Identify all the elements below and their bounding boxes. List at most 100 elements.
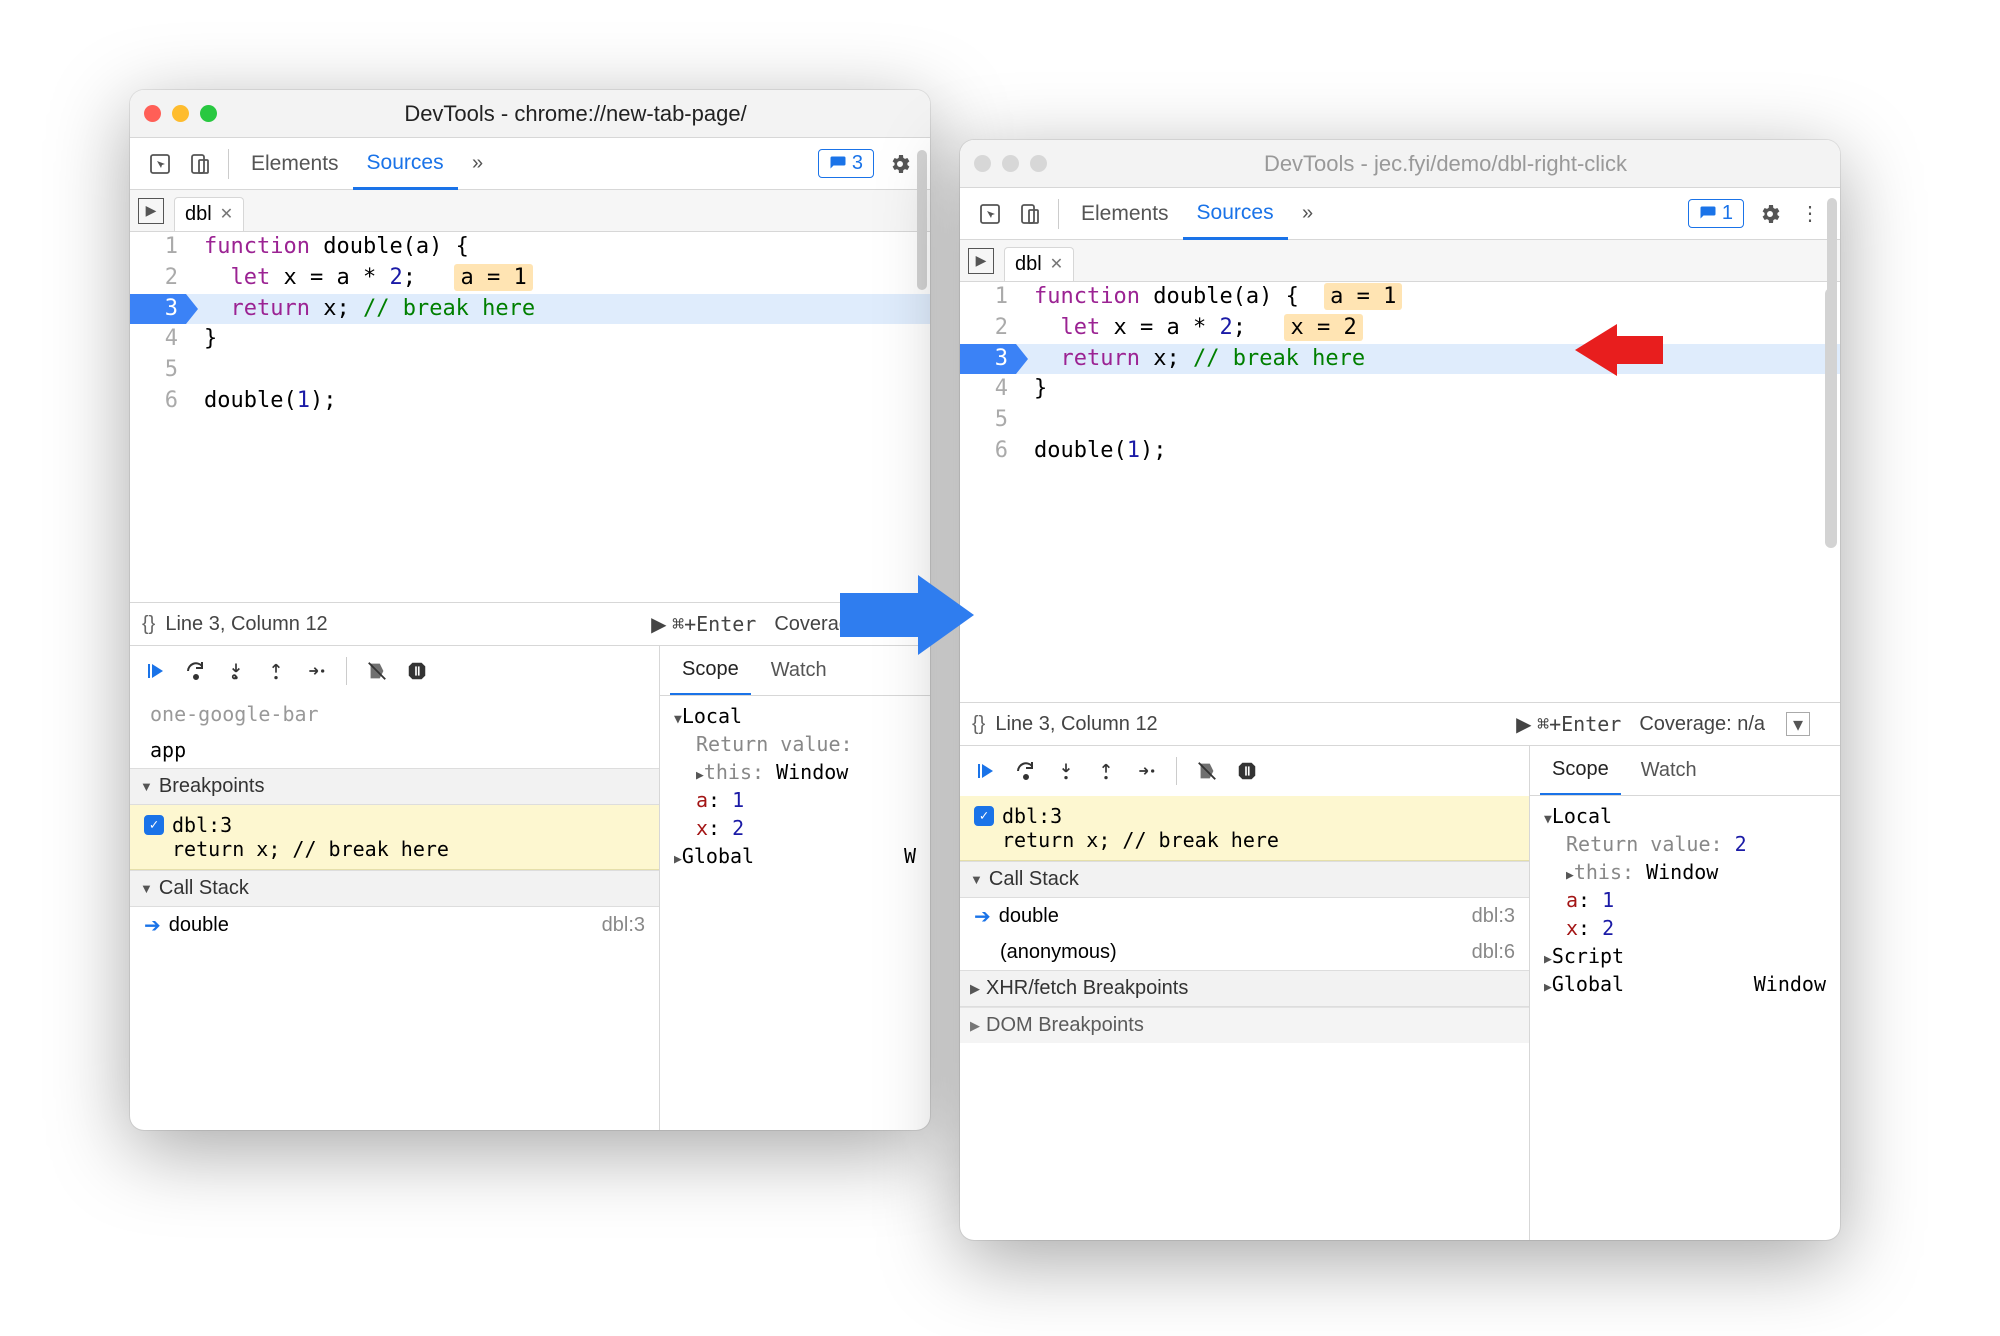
zoom-icon[interactable]: [200, 105, 217, 122]
callstack-frame[interactable]: ➔ double dbl:3: [130, 907, 659, 944]
gear-icon[interactable]: [1753, 197, 1787, 231]
devtools-window-left: DevTools - chrome://new-tab-page/ Elemen…: [130, 90, 930, 1130]
step-button[interactable]: [1130, 755, 1162, 787]
sidebar-item-app[interactable]: app: [130, 732, 659, 768]
scope-this[interactable]: ▶this: Window: [1566, 858, 1826, 886]
window-title: DevTools - jec.fyi/demo/dbl-right-click: [1065, 151, 1826, 177]
issues-chip[interactable]: 1: [1688, 199, 1744, 228]
file-tab-dbl[interactable]: dbl ✕: [174, 197, 244, 231]
more-tabs-icon[interactable]: »: [461, 147, 495, 181]
file-tab-dbl[interactable]: dbl ✕: [1004, 247, 1074, 281]
inspect-icon[interactable]: [973, 197, 1007, 231]
zoom-icon[interactable]: [1030, 155, 1047, 172]
tab-sources[interactable]: Sources: [353, 139, 458, 190]
line-number-breakpoint[interactable]: 3: [130, 294, 186, 325]
section-callstack[interactable]: ▼Call Stack: [130, 870, 659, 907]
line-number-breakpoint[interactable]: 3: [960, 344, 1016, 375]
sidebar-item[interactable]: one-google-bar: [130, 696, 659, 732]
panel-tab-strip: Elements Sources » 1 ⋮: [960, 188, 1840, 240]
step-into-button[interactable]: [1050, 755, 1082, 787]
pretty-print-icon[interactable]: {}: [972, 713, 985, 736]
inspect-icon[interactable]: [143, 147, 177, 181]
file-tab-label: dbl: [185, 203, 212, 226]
snippets-icon[interactable]: ▶: [138, 198, 164, 224]
resume-button[interactable]: [970, 755, 1002, 787]
section-callstack[interactable]: ▼Call Stack: [960, 861, 1529, 898]
line-number[interactable]: 5: [960, 405, 1016, 436]
resume-button[interactable]: [140, 655, 172, 687]
minimize-icon[interactable]: [1002, 155, 1019, 172]
debugger-panel: ✓ dbl:3 return x; // break here ▼Call St…: [960, 746, 1840, 1240]
line-number[interactable]: 4: [960, 374, 1016, 405]
callstack-frame[interactable]: ➔ double dbl:3: [960, 898, 1529, 935]
step-into-button[interactable]: [220, 655, 252, 687]
breakpoint-checkbox[interactable]: ✓: [974, 806, 994, 826]
scope-script-header[interactable]: ▶Script: [1544, 942, 1826, 970]
line-number[interactable]: 6: [130, 386, 186, 417]
file-tab-label: dbl: [1015, 253, 1042, 276]
breakpoint-row[interactable]: ✓ dbl:3 return x; // break here: [130, 805, 659, 870]
code-editor[interactable]: 1function double(a) { 2 let x = a * 2; a…: [130, 232, 930, 602]
step-out-button[interactable]: [1090, 755, 1122, 787]
tab-watch[interactable]: Watch: [1629, 746, 1709, 795]
issues-chip[interactable]: 3: [818, 149, 874, 178]
gear-icon[interactable]: [883, 147, 917, 181]
deactivate-breakpoints-button[interactable]: [1191, 755, 1223, 787]
tab-sources[interactable]: Sources: [1183, 189, 1288, 240]
tab-elements[interactable]: Elements: [1067, 188, 1183, 239]
step-out-button[interactable]: [260, 655, 292, 687]
breakpoint-row[interactable]: ✓ dbl:3 return x; // break here: [960, 796, 1529, 861]
scope-return-value: Return value:: [696, 730, 916, 758]
device-toggle-icon[interactable]: [1013, 197, 1047, 231]
section-xhr-breakpoints[interactable]: ▶XHR/fetch Breakpoints: [960, 970, 1529, 1007]
inline-value: a = 1: [1324, 283, 1402, 310]
line-number[interactable]: 2: [130, 263, 186, 294]
expand-icon[interactable]: ▾: [1786, 712, 1810, 736]
scope-tab-strip: Scope Watch: [660, 646, 930, 696]
scope-global-header[interactable]: ▶GlobalWindow: [1544, 970, 1826, 998]
pause-on-exceptions-button[interactable]: [1231, 755, 1263, 787]
pretty-print-icon[interactable]: {}: [142, 613, 155, 636]
tab-elements[interactable]: Elements: [237, 138, 353, 189]
line-number[interactable]: 5: [130, 355, 186, 386]
divider: [1058, 199, 1059, 229]
tab-scope[interactable]: Scope: [1540, 746, 1621, 795]
close-tab-icon[interactable]: ✕: [220, 204, 233, 224]
scope-local-header[interactable]: ▼Local: [1544, 802, 1826, 830]
line-number[interactable]: 6: [960, 436, 1016, 467]
close-tab-icon[interactable]: ✕: [1050, 254, 1063, 274]
pause-on-exceptions-button[interactable]: [401, 655, 433, 687]
snippets-icon[interactable]: ▶: [968, 248, 994, 274]
line-number[interactable]: 4: [130, 324, 186, 355]
line-number[interactable]: 1: [960, 282, 1016, 313]
breakpoint-code: return x; // break here: [172, 837, 449, 861]
deactivate-breakpoints-button[interactable]: [361, 655, 393, 687]
tab-watch[interactable]: Watch: [759, 646, 839, 695]
breakpoint-checkbox[interactable]: ✓: [144, 815, 164, 835]
line-number[interactable]: 2: [960, 313, 1016, 344]
section-breakpoints[interactable]: ▼Breakpoints: [130, 768, 659, 805]
tab-scope[interactable]: Scope: [670, 646, 751, 695]
scope-global-header[interactable]: ▶GlobalW: [674, 842, 916, 870]
step-button[interactable]: [300, 655, 332, 687]
step-over-button[interactable]: [180, 655, 212, 687]
close-icon[interactable]: [144, 105, 161, 122]
code-editor[interactable]: 1function double(a) { a = 1 2 let x = a …: [960, 282, 1840, 702]
section-dom-breakpoints[interactable]: ▶DOM Breakpoints: [960, 1007, 1529, 1043]
kebab-menu-icon[interactable]: ⋮: [1793, 197, 1827, 231]
code-line: let x = a * 2; x = 2: [1016, 313, 1840, 344]
source-status-bar: {} Line 3, Column 12 ▶ ⌘+Enter Coverage:…: [960, 702, 1840, 746]
device-toggle-icon[interactable]: [183, 147, 217, 181]
line-number[interactable]: 1: [130, 232, 186, 263]
cursor-position: Line 3, Column 12: [165, 613, 327, 636]
scope-var: x: 2: [696, 814, 916, 842]
close-icon[interactable]: [974, 155, 991, 172]
scope-var: a: 1: [696, 786, 916, 814]
scope-this[interactable]: ▶this: Window: [696, 758, 916, 786]
frame-name: double: [169, 914, 229, 937]
step-over-button[interactable]: [1010, 755, 1042, 787]
scope-local-header[interactable]: ▼Local: [674, 702, 916, 730]
more-tabs-icon[interactable]: »: [1291, 197, 1325, 231]
callstack-frame[interactable]: (anonymous) dbl:6: [960, 935, 1529, 970]
minimize-icon[interactable]: [172, 105, 189, 122]
